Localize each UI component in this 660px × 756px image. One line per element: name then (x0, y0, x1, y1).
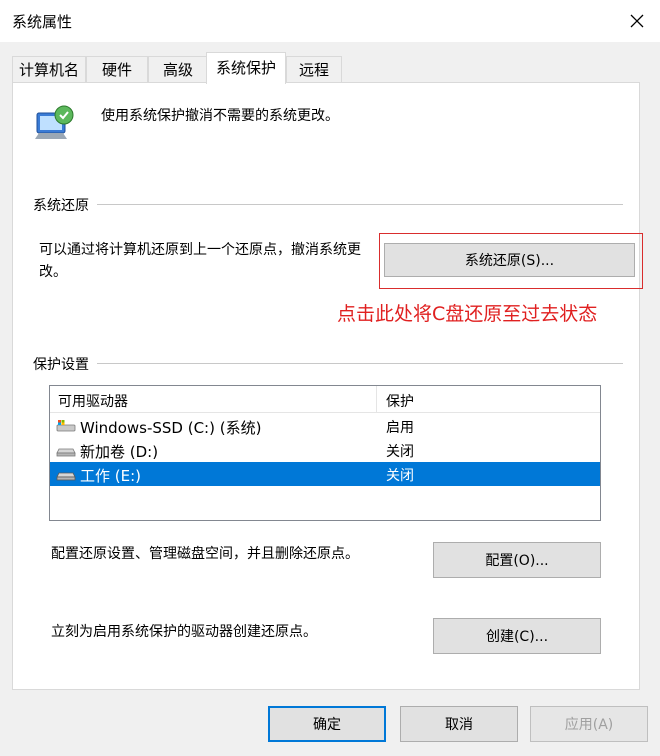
title-bar: 系统属性 (0, 0, 660, 43)
column-available-drives[interactable]: 可用驱动器 (58, 391, 128, 411)
ok-button[interactable]: 确定 (268, 706, 386, 742)
drives-list[interactable]: 可用驱动器 保护 Windows-SSD (C:) (系统) 启用 新加卷 (D… (49, 385, 601, 521)
tab-system-protection[interactable]: 系统保护 (206, 52, 286, 84)
drives-list-header: 可用驱动器 保护 (50, 386, 600, 413)
drive-protection-status: 关闭 (386, 468, 414, 484)
drive-icon (56, 467, 76, 485)
restore-group-divider (33, 204, 623, 205)
drive-name: 新加卷 (D:) (80, 443, 159, 461)
protection-group-label: 保护设置 (33, 354, 97, 374)
system-restore-button[interactable]: 系统还原(S)... (384, 243, 635, 277)
tab-remote[interactable]: 远程 (286, 56, 342, 83)
column-divider (376, 386, 377, 412)
apply-button[interactable]: 应用(A) (530, 706, 648, 742)
annotation-text: 点击此处将C盘还原至过去状态 (337, 303, 598, 325)
drive-row-c[interactable]: Windows-SSD (C:) (系统) 启用 (50, 414, 600, 438)
tab-advanced[interactable]: 高级 (148, 56, 208, 83)
close-button[interactable] (614, 0, 660, 42)
system-drive-icon (56, 419, 76, 437)
close-icon (630, 14, 644, 28)
restore-description: 可以通过将计算机还原到上一个还原点，撤消系统更改。 (39, 242, 361, 280)
drive-name: Windows-SSD (C:) (系统) (80, 419, 262, 437)
system-protection-icon (33, 103, 75, 149)
tab-hardware[interactable]: 硬件 (86, 56, 148, 83)
system-protection-panel: 使用系统保护撤消不需要的系统更改。 系统还原 可以通过将计算机还原到上一个还原点… (12, 82, 643, 690)
protection-group-divider (33, 363, 623, 364)
drive-row-d[interactable]: 新加卷 (D:) 关闭 (50, 438, 600, 462)
configure-button[interactable]: 配置(O)... (433, 542, 601, 578)
drive-icon (56, 443, 76, 461)
drive-protection-status: 启用 (386, 420, 414, 436)
restore-group-label: 系统还原 (33, 195, 97, 215)
create-button[interactable]: 创建(C)... (433, 618, 601, 654)
drive-name: 工作 (E:) (80, 467, 142, 485)
create-description: 立刻为启用系统保护的驱动器创建还原点。 (51, 624, 317, 640)
tab-computer-name[interactable]: 计算机名 (12, 56, 86, 83)
window-title: 系统属性 (12, 13, 73, 31)
drive-row-e[interactable]: 工作 (E:) 关闭 (50, 462, 600, 486)
column-protection[interactable]: 保护 (386, 391, 414, 411)
intro-text: 使用系统保护撤消不需要的系统更改。 (101, 108, 339, 124)
cancel-button[interactable]: 取消 (400, 706, 518, 742)
configure-description: 配置还原设置、管理磁盘空间，并且删除还原点。 (51, 546, 359, 562)
drive-protection-status: 关闭 (386, 444, 414, 460)
